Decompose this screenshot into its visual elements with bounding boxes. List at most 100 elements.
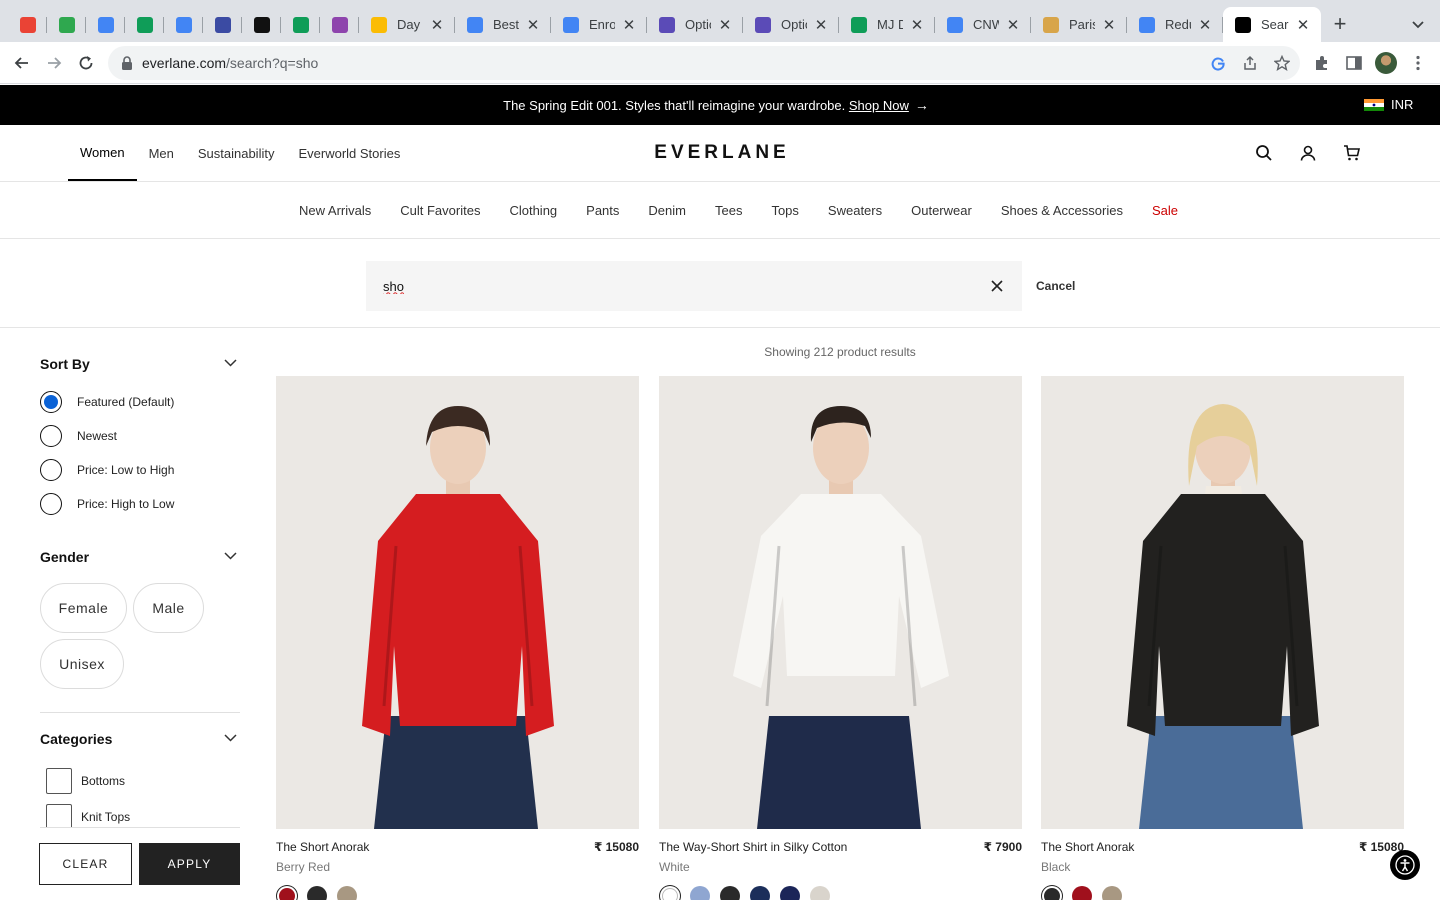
- category-link-new-arrivals[interactable]: New Arrivals: [299, 203, 371, 218]
- category-filter[interactable]: Bottoms: [46, 768, 125, 794]
- close-tab-icon[interactable]: ✕: [1197, 16, 1213, 34]
- product-name[interactable]: The Way-Short Shirt in Silky Cotton: [659, 840, 847, 854]
- accessibility-button[interactable]: [1390, 850, 1420, 880]
- clear-filters-button[interactable]: CLEAR: [39, 843, 132, 885]
- categories-header[interactable]: Categories: [40, 731, 240, 747]
- color-swatch[interactable]: [780, 886, 800, 900]
- category-link-sweaters[interactable]: Sweaters: [828, 203, 882, 218]
- close-tab-icon[interactable]: ✕: [813, 16, 829, 34]
- radio-button[interactable]: [40, 459, 62, 481]
- clear-search-icon[interactable]: [990, 279, 1004, 293]
- close-tab-icon[interactable]: ✕: [717, 16, 733, 34]
- search-icon[interactable]: [1255, 144, 1273, 162]
- product-image[interactable]: [659, 376, 1022, 829]
- google-lens-icon[interactable]: [1210, 55, 1226, 71]
- apply-filters-button[interactable]: APPLY: [139, 843, 240, 885]
- radio-button[interactable]: [40, 493, 62, 515]
- close-tab-icon[interactable]: ✕: [429, 16, 445, 34]
- product-card[interactable]: The Short Anorak ₹ 15080 Black: [1041, 376, 1404, 900]
- tab-search-icon[interactable]: [1408, 14, 1428, 34]
- gender-filter-male[interactable]: Male: [133, 583, 204, 633]
- color-swatch[interactable]: [690, 886, 710, 900]
- category-link-sale[interactable]: Sale: [1152, 203, 1178, 218]
- color-swatch[interactable]: [720, 886, 740, 900]
- category-link-cult-favorites[interactable]: Cult Favorites: [400, 203, 480, 218]
- cart-icon[interactable]: [1343, 144, 1361, 162]
- category-link-tops[interactable]: Tops: [771, 203, 798, 218]
- cancel-search-button[interactable]: Cancel: [1036, 279, 1075, 293]
- category-link-clothing[interactable]: Clothing: [509, 203, 557, 218]
- close-tab-icon[interactable]: ✕: [1295, 16, 1311, 34]
- sort-option[interactable]: Price: High to Low: [40, 492, 174, 516]
- close-tab-icon[interactable]: ✕: [525, 16, 541, 34]
- profile-avatar[interactable]: [1375, 52, 1397, 74]
- share-icon[interactable]: [1242, 55, 1258, 71]
- close-tab-icon[interactable]: ✕: [1005, 16, 1021, 34]
- product-card[interactable]: The Short Anorak ₹ 15080 Berry Red: [276, 376, 639, 900]
- url-text[interactable]: everlane.com/search?q=sho: [142, 55, 318, 71]
- browser-tab[interactable]: Redu ✕: [1127, 7, 1223, 42]
- sort-option[interactable]: Featured (Default): [40, 390, 174, 414]
- color-swatch[interactable]: [279, 888, 295, 900]
- browser-tab[interactable]: Optio ✕: [743, 7, 839, 42]
- color-swatch[interactable]: [1102, 886, 1122, 900]
- arrow-right-icon[interactable]: →: [915, 97, 929, 113]
- address-bar[interactable]: everlane.com/search?q=sho: [108, 46, 1300, 80]
- category-link-tees[interactable]: Tees: [715, 203, 742, 218]
- browser-tab[interactable]: [47, 7, 86, 42]
- extensions-icon[interactable]: [1313, 54, 1331, 72]
- color-swatch[interactable]: [307, 886, 327, 900]
- sort-option[interactable]: Price: Low to High: [40, 458, 174, 482]
- chevron-down-icon[interactable]: [224, 359, 237, 367]
- currency-selector[interactable]: INR: [1391, 97, 1413, 112]
- account-icon[interactable]: [1299, 144, 1317, 162]
- product-name[interactable]: The Short Anorak: [276, 840, 369, 854]
- color-swatch[interactable]: [1044, 888, 1060, 900]
- back-icon[interactable]: [12, 53, 32, 73]
- browser-tab[interactable]: [8, 7, 47, 42]
- gender-filter-unisex[interactable]: Unisex: [40, 639, 124, 689]
- category-link-outerwear[interactable]: Outerwear: [911, 203, 972, 218]
- gender-header[interactable]: Gender: [40, 549, 240, 565]
- browser-tab[interactable]: [320, 7, 359, 42]
- everlane-logo[interactable]: EVERLANE: [0, 142, 1440, 164]
- forward-icon[interactable]: [44, 53, 64, 73]
- chevron-down-icon[interactable]: [224, 734, 237, 742]
- product-image[interactable]: [1041, 376, 1404, 829]
- product-name[interactable]: The Short Anorak: [1041, 840, 1134, 854]
- shop-now-link[interactable]: Shop Now: [849, 98, 909, 113]
- browser-tab[interactable]: Day - ✕: [359, 7, 455, 42]
- browser-tab[interactable]: MJ Da ✕: [839, 7, 935, 42]
- checkbox[interactable]: [46, 768, 72, 794]
- search-input[interactable]: [366, 261, 966, 311]
- chrome-menu-icon[interactable]: [1409, 54, 1427, 72]
- color-swatch[interactable]: [750, 886, 770, 900]
- sort-by-header[interactable]: Sort By: [40, 356, 240, 372]
- product-card[interactable]: The Way-Short Shirt in Silky Cotton ₹ 790…: [659, 376, 1022, 900]
- chevron-down-icon[interactable]: [224, 552, 237, 560]
- new-tab-button[interactable]: +: [1328, 13, 1352, 35]
- color-swatch[interactable]: [810, 886, 830, 900]
- browser-tab[interactable]: Paris ✕: [1031, 7, 1127, 42]
- india-flag-icon[interactable]: [1364, 99, 1384, 111]
- browser-tab[interactable]: [125, 7, 164, 42]
- color-swatch[interactable]: [662, 888, 678, 900]
- close-tab-icon[interactable]: ✕: [909, 16, 925, 34]
- color-swatch[interactable]: [337, 886, 357, 900]
- category-filter[interactable]: Knit Tops: [46, 804, 130, 828]
- browser-tab[interactable]: [203, 7, 242, 42]
- sort-option[interactable]: Newest: [40, 424, 117, 448]
- lock-icon[interactable]: [120, 55, 134, 71]
- browser-tab[interactable]: [242, 7, 281, 42]
- browser-tab[interactable]: [164, 7, 203, 42]
- browser-tab[interactable]: Enroll ✕: [551, 7, 647, 42]
- side-panel-icon[interactable]: [1345, 54, 1363, 72]
- browser-tab[interactable]: CNW ✕: [935, 7, 1031, 42]
- category-link-pants[interactable]: Pants: [586, 203, 619, 218]
- checkbox[interactable]: [46, 804, 72, 828]
- radio-button[interactable]: [40, 425, 62, 447]
- reload-icon[interactable]: [76, 53, 96, 73]
- browser-tab[interactable]: [86, 7, 125, 42]
- category-link-denim[interactable]: Denim: [648, 203, 686, 218]
- radio-button[interactable]: [40, 391, 62, 413]
